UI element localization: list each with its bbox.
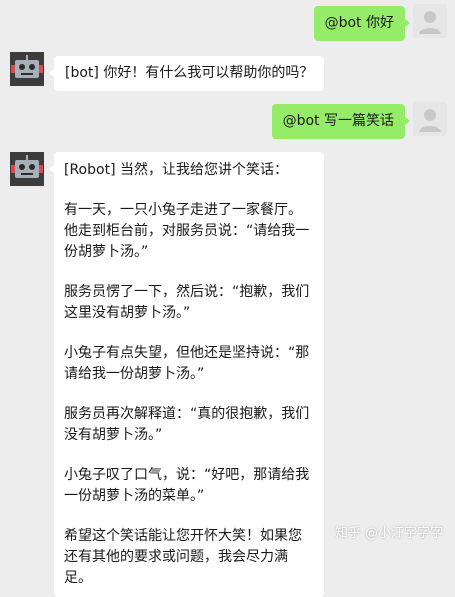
- user-avatar[interactable]: [413, 4, 447, 38]
- bot-message-bubble-joke[interactable]: [Robot] 当然，让我给您讲个笑话： 有一天，一只小兔子走进了一家餐厅。他走…: [49, 152, 324, 597]
- message-text: @bot 你好: [324, 15, 394, 31]
- message-paragraph: 小兔子有点失望，但他还是坚持说：“那请给我一份胡萝卜汤。”: [64, 345, 310, 382]
- message-text: @bot 写一篇笑话: [282, 113, 394, 129]
- robot-icon: [10, 152, 44, 186]
- message-paragraph: [Robot] 当然，让我给您讲个笑话：: [64, 162, 288, 178]
- user-message-bubble[interactable]: @bot 写一篇笑话: [271, 104, 411, 139]
- message-paragraph: 服务员再次解释道：“真的很抱歉，我们没有胡萝卜汤。”: [64, 406, 310, 443]
- message-paragraph: 有一天，一只小兔子走进了一家餐厅。他走到柜台前，对服务员说：“请给我一份胡萝卜汤…: [64, 202, 310, 260]
- message-text: [bot] 你好！有什么我可以帮助你的吗？: [65, 65, 314, 81]
- person-silhouette-icon: [419, 109, 441, 132]
- message-paragraph: 希望这个笑话能让您开怀大笑！如果您还有其他的要求或问题，我会尽力满足。: [64, 528, 302, 586]
- robot-icon: [10, 52, 44, 86]
- user-message-bubble[interactable]: @bot 你好: [313, 6, 411, 41]
- message-paragraph: 小兔子叹了口气，说：“好吧，那请给我一份胡萝卜汤的菜单。”: [64, 467, 310, 504]
- person-silhouette-icon: [419, 11, 441, 34]
- bot-message-bubble[interactable]: [bot] 你好！有什么我可以帮助你的吗？: [48, 56, 325, 91]
- watermark: 知乎 @小汪字字字: [334, 526, 443, 541]
- bot-avatar[interactable]: [10, 52, 44, 86]
- message-paragraph: 服务员愣了一下，然后说：“抱歉，我们这里没有胡萝卜汤。”: [64, 284, 310, 321]
- bot-avatar[interactable]: [10, 152, 44, 186]
- user-avatar[interactable]: [413, 102, 447, 136]
